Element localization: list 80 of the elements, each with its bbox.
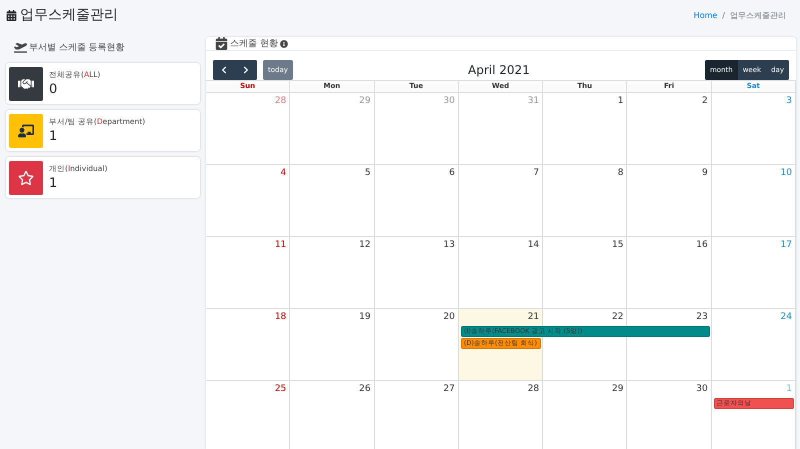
day-cell[interactable]: 10: [712, 165, 796, 237]
page-title: 업무스케줄관리: [20, 6, 118, 24]
day-number: 23: [696, 312, 708, 323]
day-number: 18: [274, 312, 286, 323]
day-number: 22: [612, 312, 624, 323]
day-number: 25: [274, 384, 286, 395]
day-cell[interactable]: 2: [627, 93, 712, 165]
calendar-icon: [6, 10, 17, 20]
day-number: 15: [612, 240, 624, 251]
day-number: 11: [274, 240, 286, 251]
chevron-left-icon: [220, 66, 228, 74]
day-cell[interactable]: 24: [712, 309, 796, 381]
day-number: 3: [786, 96, 792, 107]
star-icon: [18, 170, 34, 186]
calendar-check-icon: [215, 37, 228, 50]
section-title: 부서별 스케줄 등록현황: [29, 42, 125, 54]
day-number: 28: [274, 96, 286, 107]
day-cell[interactable]: 15: [543, 237, 628, 309]
day-number: 8: [618, 168, 624, 179]
day-cell[interactable]: 29: [543, 381, 628, 449]
day-number: 30: [696, 384, 708, 395]
breadcrumb-current: 업무스케줄관리: [730, 10, 786, 20]
day-cell[interactable]: 1: [543, 93, 628, 165]
day-cell[interactable]: 11: [206, 237, 290, 309]
day-number: 2: [702, 96, 708, 107]
day-cell[interactable]: 7: [458, 165, 544, 237]
day-number: 26: [359, 384, 371, 395]
day-number: 20: [443, 312, 455, 323]
day-number: 14: [528, 240, 540, 251]
day-cell[interactable]: 6: [374, 165, 459, 237]
day-number: 29: [359, 96, 371, 107]
airplane-icon: [14, 40, 27, 54]
day-number: 12: [359, 240, 371, 251]
day-cell[interactable]: 3: [712, 93, 796, 165]
day-number: 27: [443, 384, 455, 395]
day-cell[interactable]: 17: [712, 237, 796, 309]
chevron-right-icon: [242, 66, 250, 74]
day-cell[interactable]: 5: [290, 165, 375, 237]
day-cell[interactable]: 28: [458, 381, 544, 449]
day-number: 5: [364, 168, 371, 179]
stat-count: 1: [49, 129, 58, 144]
day-number: 1: [786, 384, 792, 395]
day-number: 1: [618, 96, 624, 107]
day-number: 21: [528, 312, 540, 323]
day-cell[interactable]: 25: [206, 381, 290, 449]
day-number: 28: [528, 384, 540, 395]
day-number: 31: [528, 96, 540, 107]
panel-title: 스케줄 현황: [230, 38, 278, 50]
day-number: 9: [702, 168, 708, 179]
day-cell[interactable]: 18: [206, 309, 290, 381]
day-number: 13: [443, 240, 455, 251]
day-number: 4: [280, 168, 286, 179]
day-cell[interactable]: 27: [374, 381, 459, 449]
day-cell[interactable]: 16: [627, 237, 712, 309]
presenter-icon: [18, 122, 34, 138]
month-title: April 2021: [468, 63, 530, 77]
day-cell[interactable]: 4: [206, 165, 290, 237]
day-cell[interactable]: 20: [374, 309, 459, 381]
day-cell[interactable]: 12: [290, 237, 375, 309]
day-cell[interactable]: 30: [627, 381, 712, 449]
day-number: 19: [359, 312, 371, 323]
stat-count: 1: [49, 176, 58, 191]
day-cell[interactable]: 8: [543, 165, 628, 237]
day-number: 7: [533, 168, 540, 179]
day-cell[interactable]: 19: [290, 309, 375, 381]
day-number: 17: [780, 240, 792, 251]
day-cell[interactable]: 13: [374, 237, 459, 309]
day-number: 10: [780, 168, 792, 179]
breadcrumb-link[interactable]: Home: [694, 10, 718, 20]
day-number: 6: [449, 168, 455, 179]
stat-count: 0: [49, 82, 58, 97]
day-cell[interactable]: 9: [627, 165, 712, 237]
day-number: 16: [696, 240, 708, 251]
day-cell[interactable]: 26: [290, 381, 375, 449]
day-cell[interactable]: 14: [458, 237, 544, 309]
day-number: 30: [443, 96, 455, 107]
day-number: 29: [612, 384, 624, 395]
info-icon: [280, 40, 288, 48]
day-number: 24: [780, 312, 792, 323]
breadcrumb-separator: /: [722, 10, 725, 20]
